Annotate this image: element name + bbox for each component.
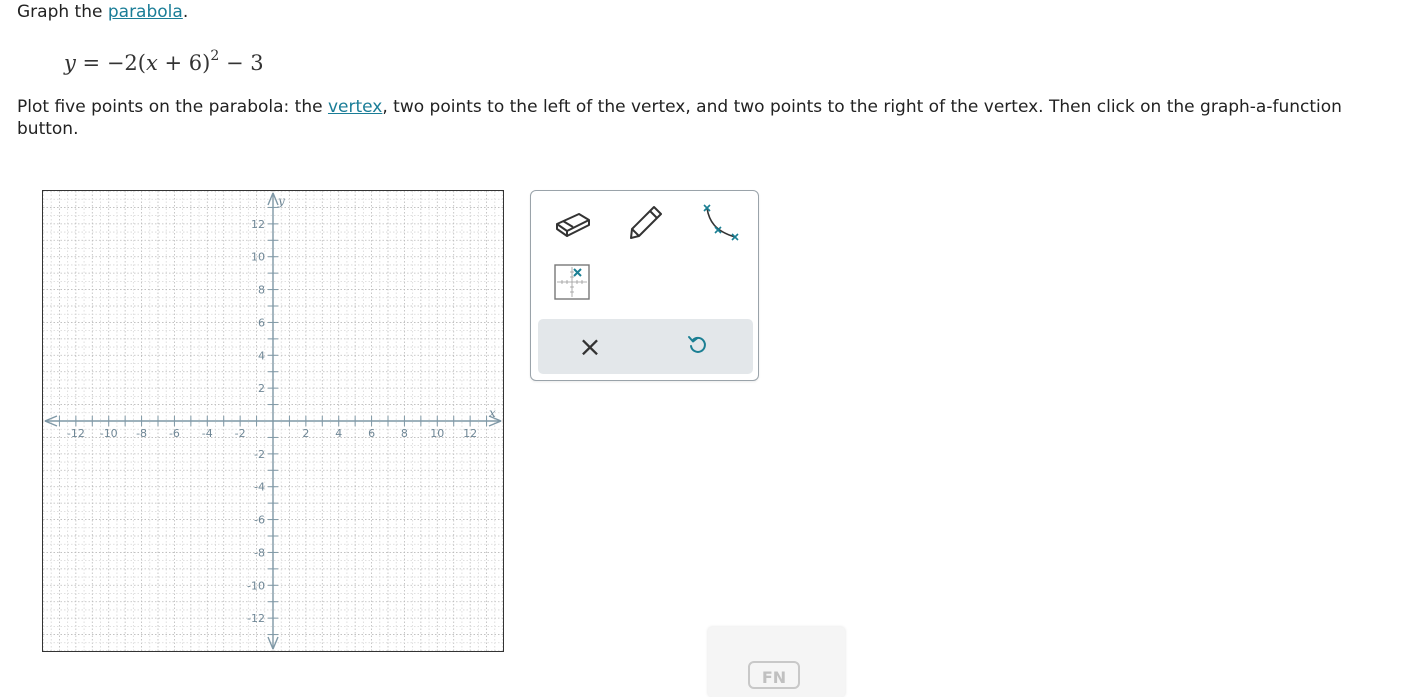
clear-button[interactable]: × — [568, 327, 612, 367]
y-tick-label: 10 — [251, 251, 265, 264]
undo-button[interactable] — [676, 327, 720, 367]
question-text: Graph the parabola. — [17, 2, 188, 22]
undo-icon — [686, 333, 710, 361]
x-tick-label: -10 — [100, 427, 118, 440]
graph-area[interactable]: -12 -10 -8 -6 -4 -2 2 4 6 8 10 12 12 10 8 6 4 2 -2 -4 -6 -8 -1… — [42, 190, 504, 652]
instruction-part1: Plot five points on the parabola: the — [17, 97, 328, 117]
x-tick-label: 10 — [430, 427, 444, 440]
y-tick-label: -2 — [254, 448, 265, 461]
x-tick-label: -12 — [67, 427, 85, 440]
equation-var: x — [145, 51, 158, 75]
y-tick-label: 8 — [258, 284, 265, 297]
equation-tail: − 3 — [219, 51, 264, 75]
point-grid-icon — [554, 264, 590, 304]
graph-tool-panel: × — [530, 190, 759, 381]
eraser-icon — [553, 204, 593, 242]
x-tick-label: 8 — [401, 427, 408, 440]
y-tick-label: -4 — [254, 481, 265, 494]
fn-label: FN — [748, 661, 800, 689]
question-prefix: Graph the — [17, 2, 108, 22]
y-tick-label: 12 — [251, 218, 265, 231]
y-tick-label: 2 — [258, 382, 265, 395]
equation-eq: = −2 — [75, 51, 138, 75]
x-tick-label: 6 — [368, 427, 375, 440]
y-axis-label: y — [277, 194, 285, 208]
parabola-tool[interactable] — [695, 201, 745, 245]
parabola-link[interactable]: parabola — [108, 2, 183, 22]
graph-a-function-button[interactable]: FN — [708, 627, 845, 697]
equation-exponent: 2 — [210, 48, 220, 64]
y-tick-label: -12 — [247, 612, 265, 625]
y-tick-label: 4 — [258, 349, 265, 362]
x-tick-label: 4 — [335, 427, 342, 440]
equation-paren-open: ( — [137, 51, 146, 75]
x-tick-label: -4 — [202, 427, 213, 440]
x-tick-label: -8 — [136, 427, 147, 440]
question-suffix: . — [182, 2, 189, 22]
y-tick-label: -10 — [247, 579, 265, 592]
instructions: Plot five points on the parabola: the ve… — [17, 96, 1402, 140]
x-tick-label: 2 — [302, 427, 309, 440]
pencil-tool[interactable] — [623, 203, 667, 243]
vertex-link[interactable]: vertex — [328, 97, 382, 117]
eraser-tool[interactable] — [551, 203, 595, 243]
y-tick-label: -8 — [254, 546, 265, 559]
parabola-curve-icon — [697, 201, 743, 245]
y-tick-label: -6 — [254, 514, 265, 527]
point-tool[interactable] — [551, 263, 593, 305]
x-tick-label: -2 — [235, 427, 246, 440]
x-tick-label: -6 — [169, 427, 180, 440]
x-tick-label: 12 — [463, 427, 477, 440]
clear-icon: × — [578, 330, 602, 363]
equation-lhs: y — [64, 51, 76, 75]
x-axis-label: x — [489, 406, 496, 420]
equation: y = −2(x + 6)2 − 3 — [64, 48, 264, 75]
tool-action-bar: × — [538, 319, 753, 374]
coordinate-grid[interactable]: -12 -10 -8 -6 -4 -2 2 4 6 8 10 12 12 10 8 6 4 2 -2 -4 -6 -8 -1… — [43, 191, 503, 651]
y-tick-label: 6 — [258, 316, 265, 329]
equation-inner: + 6 — [157, 51, 203, 75]
pencil-icon — [625, 202, 665, 244]
